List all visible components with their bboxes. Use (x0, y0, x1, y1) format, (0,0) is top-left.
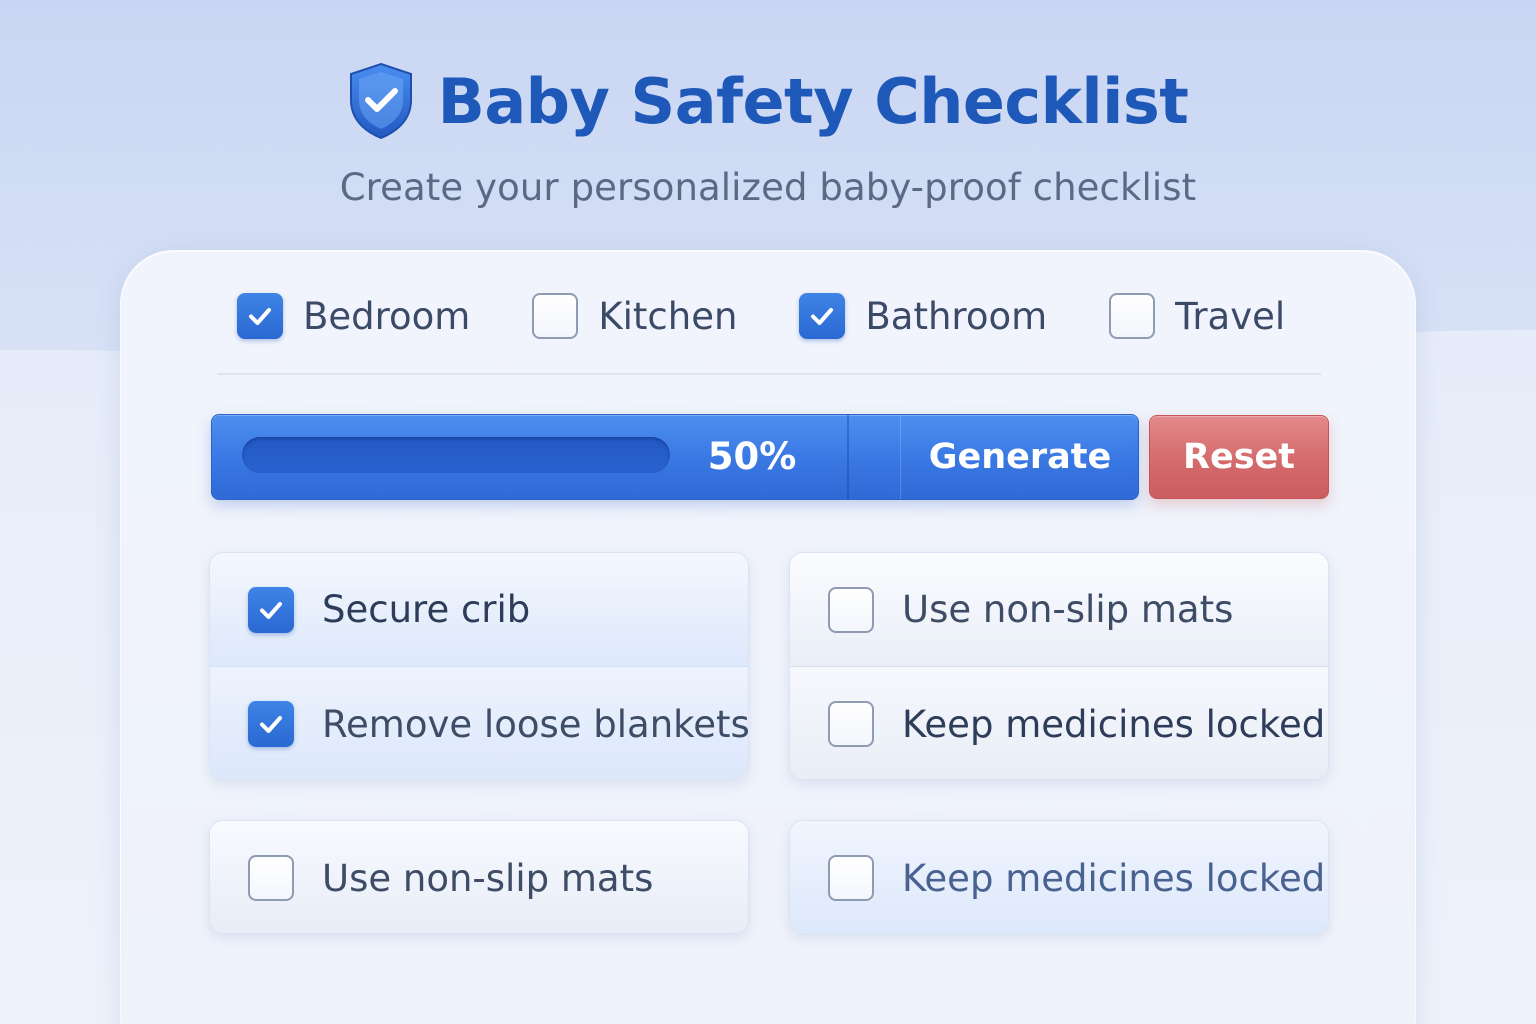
reset-button[interactable]: Reset (1149, 415, 1329, 499)
item-label: Remove loose blankets (322, 702, 749, 746)
page-subtitle: Create your personalized baby-proof chec… (339, 166, 1197, 209)
checklist-item[interactable]: Use non-slip mats (210, 821, 748, 933)
category-label: Bathroom (865, 294, 1048, 338)
checklist-item[interactable]: Secure crib (210, 553, 748, 667)
category-checkbox[interactable] (532, 293, 579, 339)
checklist-item[interactable]: Remove loose blankets (210, 667, 749, 779)
title-row: Baby Safety Checklist (0, 62, 1536, 140)
action-bar: 50% Generate (211, 414, 1139, 500)
bar-divider (900, 415, 901, 499)
checklist-group: Use non-slip mats Keep medicines locked (789, 552, 1329, 780)
check-icon (249, 308, 271, 325)
check-icon (260, 601, 282, 619)
item-checkbox[interactable] (248, 855, 294, 901)
progress-percent: 50% (707, 435, 797, 478)
category-label: Travel (1175, 294, 1286, 338)
category-bedroom[interactable]: Bedroom (237, 293, 470, 339)
category-label: Kitchen (598, 294, 738, 338)
checklist-card: Bedroom Kitchen Bathroom Travel 50% Gene… (120, 250, 1416, 1024)
page-header: Baby Safety Checklist Create your person… (0, 62, 1536, 209)
category-checkbox[interactable] (1109, 293, 1156, 339)
check-icon (811, 308, 834, 325)
bar-divider (847, 415, 849, 499)
page-title: Baby Safety Checklist (437, 64, 1189, 138)
category-filter-row: Bedroom Kitchen Bathroom Travel (237, 293, 1347, 339)
check-icon (260, 716, 282, 733)
item-checkbox[interactable] (248, 586, 294, 633)
category-bathroom[interactable]: Bathroom (799, 293, 1047, 339)
item-label: Secure crib (322, 588, 531, 631)
checklist-item[interactable]: Use non-slip mats (790, 553, 1328, 667)
checklist-group: Keep medicines locked (789, 820, 1329, 934)
category-label: Bedroom (303, 294, 471, 338)
item-label: Keep medicines locked (902, 856, 1326, 900)
checklist-group: Secure crib Remove loose blankets (209, 552, 749, 780)
shield-check-icon (349, 62, 412, 140)
category-checkbox[interactable] (237, 293, 283, 339)
category-checkbox[interactable] (799, 293, 846, 339)
item-label: Use non-slip mats (902, 588, 1234, 631)
generate-button[interactable]: Generate (902, 415, 1138, 499)
item-checkbox[interactable] (828, 586, 874, 633)
category-kitchen[interactable]: Kitchen (532, 293, 737, 339)
progress-fill (242, 437, 670, 473)
item-checkbox[interactable] (828, 701, 874, 747)
item-checkbox[interactable] (828, 855, 874, 901)
item-label: Keep medicines locked (902, 702, 1326, 746)
checklist-item[interactable]: Keep medicines locked (790, 821, 1328, 933)
category-travel[interactable]: Travel (1109, 293, 1285, 339)
divider (217, 373, 1321, 375)
checklist-item[interactable]: Keep medicines locked (790, 667, 1328, 779)
item-checkbox[interactable] (248, 701, 294, 747)
item-label: Use non-slip mats (322, 856, 654, 900)
progress-bar (242, 437, 670, 473)
checklist-group: Use non-slip mats (209, 820, 749, 934)
